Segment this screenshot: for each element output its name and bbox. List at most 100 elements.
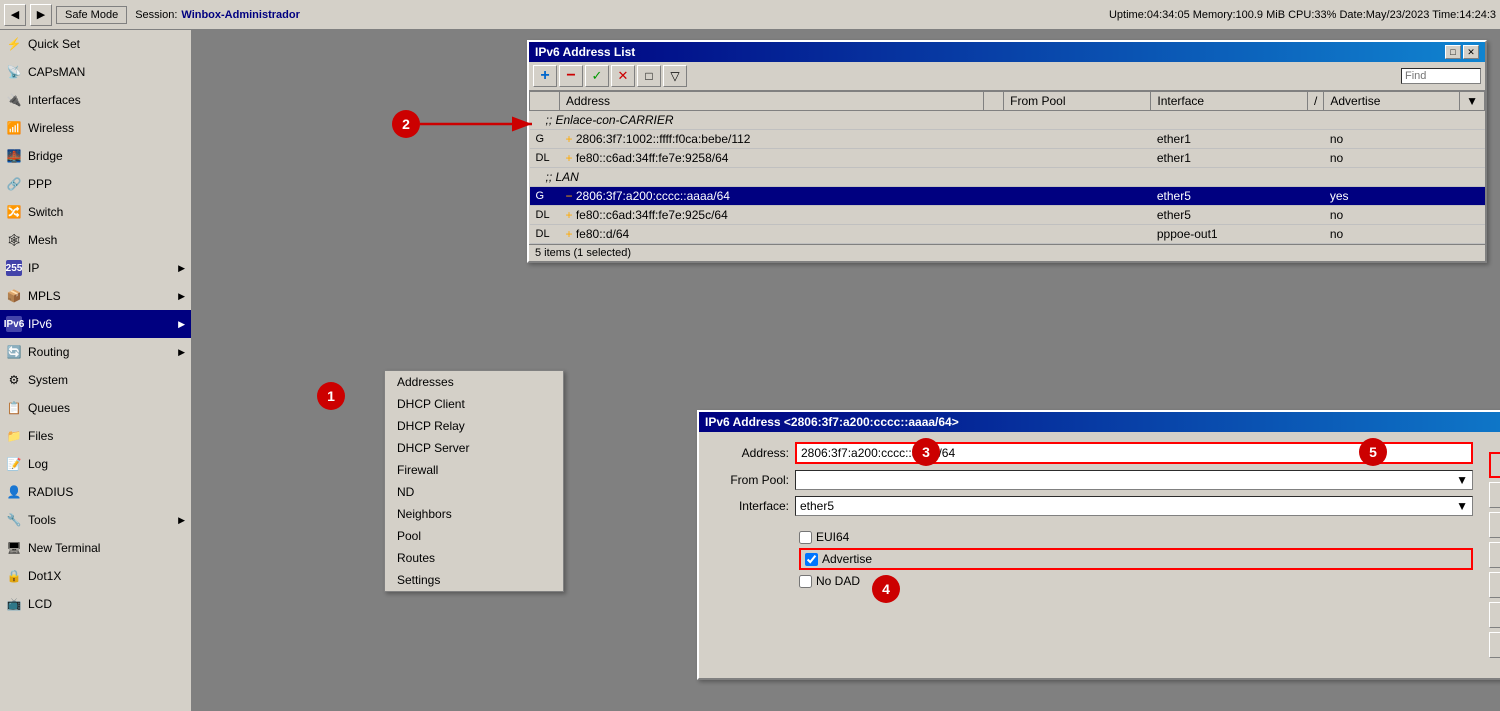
disable-button[interactable]: Disable bbox=[1489, 542, 1500, 568]
col-from-pool[interactable]: From Pool bbox=[1004, 92, 1151, 111]
sidebar-item-bridge[interactable]: 🌉 Bridge bbox=[0, 142, 191, 170]
menu-item-routes[interactable]: Routes bbox=[385, 547, 563, 569]
col-advertise[interactable]: Advertise bbox=[1324, 92, 1460, 111]
row-advertise: yes bbox=[1324, 187, 1460, 206]
wireless-icon: 📶 bbox=[6, 120, 22, 136]
sidebar-item-tools[interactable]: 🔧 Tools bbox=[0, 506, 191, 534]
table-row[interactable]: DL + fe80::c6ad:34ff:fe7e:925c/64 ether5… bbox=[530, 206, 1485, 225]
sidebar-item-system[interactable]: ⚙ System bbox=[0, 366, 191, 394]
find-input[interactable] bbox=[1401, 68, 1481, 84]
button-panel: OK Cancel Apply Disable Comment Copy Rem… bbox=[1483, 442, 1500, 668]
cancel-button[interactable]: Cancel bbox=[1489, 482, 1500, 508]
col-flag[interactable] bbox=[530, 92, 560, 111]
sidebar-item-dot1x[interactable]: 🔒 Dot1X bbox=[0, 562, 191, 590]
advertise-checkbox[interactable] bbox=[805, 553, 818, 566]
window-controls: □ ✕ bbox=[1445, 45, 1479, 59]
eui64-checkbox[interactable] bbox=[799, 531, 812, 544]
sidebar-item-routing[interactable]: 🔄 Routing bbox=[0, 338, 191, 366]
row-advertise: no bbox=[1324, 149, 1460, 168]
no-dad-label: No DAD bbox=[816, 574, 860, 588]
x-button[interactable]: ✕ bbox=[611, 65, 635, 87]
no-dad-checkbox[interactable] bbox=[799, 575, 812, 588]
forward-button[interactable]: ▶ bbox=[30, 4, 52, 26]
sidebar-item-new-terminal[interactable]: 🖥 New Terminal bbox=[0, 534, 191, 562]
sidebar-item-queues[interactable]: 📋 Queues bbox=[0, 394, 191, 422]
row-interface: ether1 bbox=[1151, 149, 1308, 168]
sidebar-item-ppp[interactable]: 🔗 PPP bbox=[0, 170, 191, 198]
table-row[interactable]: DL + fe80::c6ad:34ff:fe7e:9258/64 ether1… bbox=[530, 149, 1485, 168]
menu-item-neighbors[interactable]: Neighbors bbox=[385, 503, 563, 525]
sidebar-item-capsman[interactable]: 📡 CAPsMAN bbox=[0, 58, 191, 86]
mesh-icon: 🕸 bbox=[6, 232, 22, 248]
close-button[interactable]: ✕ bbox=[1463, 45, 1479, 59]
filter-button[interactable]: ▽ bbox=[663, 65, 687, 87]
section-header-carrier: ;; Enlace-con-CARRIER bbox=[530, 111, 1485, 130]
ipv6-icon: IPv6 bbox=[6, 316, 22, 332]
row-from-pool bbox=[1004, 149, 1151, 168]
table-row[interactable]: G + 2806:3f7:1002::ffff:f0ca:bebe/112 et… bbox=[530, 130, 1485, 149]
sidebar-item-switch[interactable]: 🔀 Switch bbox=[0, 198, 191, 226]
apply-button[interactable]: Apply bbox=[1489, 512, 1500, 538]
log-icon: 📝 bbox=[6, 456, 22, 472]
interface-select[interactable]: ether5 ▼ bbox=[795, 496, 1473, 516]
menu-item-addresses[interactable]: Addresses bbox=[385, 371, 563, 393]
safe-mode-button[interactable]: Safe Mode bbox=[56, 6, 127, 24]
back-button[interactable]: ◀ bbox=[4, 4, 26, 26]
col-interface[interactable]: Interface bbox=[1151, 92, 1308, 111]
col-address[interactable]: Address bbox=[560, 92, 984, 111]
sidebar-label-mesh: Mesh bbox=[28, 233, 57, 247]
menu-item-nd[interactable]: ND bbox=[385, 481, 563, 503]
row-address: + fe80::c6ad:34ff:fe7e:925c/64 bbox=[560, 206, 984, 225]
tools-icon: 🔧 bbox=[6, 512, 22, 528]
row-flag: DL bbox=[530, 206, 560, 225]
routing-icon: 🔄 bbox=[6, 344, 22, 360]
copy-icon-button[interactable]: □ bbox=[637, 65, 661, 87]
menu-item-settings[interactable]: Settings bbox=[385, 569, 563, 591]
interface-arrow: ▼ bbox=[1456, 499, 1468, 513]
top-bar: ◀ ▶ Safe Mode Session: Winbox-Administra… bbox=[0, 0, 1500, 30]
check-button[interactable]: ✓ bbox=[585, 65, 609, 87]
sidebar-item-wireless[interactable]: 📶 Wireless bbox=[0, 114, 191, 142]
new-terminal-icon: 🖥 bbox=[6, 540, 22, 556]
comment-button[interactable]: Comment bbox=[1489, 572, 1500, 598]
sidebar-item-files[interactable]: 📁 Files bbox=[0, 422, 191, 450]
menu-item-dhcp-client[interactable]: DHCP Client bbox=[385, 393, 563, 415]
queues-icon: 📋 bbox=[6, 400, 22, 416]
minimize-button[interactable]: □ bbox=[1445, 45, 1461, 59]
sidebar-label-ip: IP bbox=[28, 261, 39, 275]
interface-row: Interface: ether5 ▼ bbox=[709, 496, 1473, 516]
table-row[interactable]: DL + fe80::d/64 pppoe-out1 no bbox=[530, 225, 1485, 244]
sidebar-item-mpls[interactable]: 📦 MPLS bbox=[0, 282, 191, 310]
menu-item-dhcp-relay[interactable]: DHCP Relay bbox=[385, 415, 563, 437]
sidebar-item-ipv6[interactable]: IPv6 IPv6 bbox=[0, 310, 191, 338]
sidebar-item-interfaces[interactable]: 🔌 Interfaces bbox=[0, 86, 191, 114]
menu-item-firewall[interactable]: Firewall bbox=[385, 459, 563, 481]
add-button[interactable]: + bbox=[533, 65, 557, 87]
remove-button[interactable]: − bbox=[559, 65, 583, 87]
menu-item-pool[interactable]: Pool bbox=[385, 525, 563, 547]
from-pool-row: From Pool: ▼ bbox=[709, 470, 1473, 490]
ppp-icon: 🔗 bbox=[6, 176, 22, 192]
ok-button[interactable]: OK bbox=[1489, 452, 1500, 478]
sidebar-item-quick-set[interactable]: ⚡ Quick Set bbox=[0, 30, 191, 58]
ipv6-edit-titlebar: IPv6 Address <2806:3f7:a200:cccc::aaaa/6… bbox=[699, 412, 1500, 432]
main-layout: ⚡ Quick Set 📡 CAPsMAN 🔌 Interfaces 📶 Wir… bbox=[0, 30, 1500, 711]
sidebar-item-lcd[interactable]: 📺 LCD bbox=[0, 590, 191, 618]
from-pool-select[interactable]: ▼ bbox=[795, 470, 1473, 490]
row-interface: ether5 bbox=[1151, 187, 1308, 206]
system-icon: ⚙ bbox=[6, 372, 22, 388]
copy-button[interactable]: Copy bbox=[1489, 602, 1500, 628]
col-sep bbox=[984, 92, 1004, 111]
row-scroll-cell bbox=[1460, 130, 1485, 149]
sidebar-label-new-terminal: New Terminal bbox=[28, 541, 100, 555]
table-row-selected[interactable]: G − 2806:3f7:a200:cccc::aaaa/64 ether5 y… bbox=[530, 187, 1485, 206]
menu-item-dhcp-server[interactable]: DHCP Server bbox=[385, 437, 563, 459]
sidebar-item-radius[interactable]: 👤 RADIUS bbox=[0, 478, 191, 506]
row-slash bbox=[1308, 130, 1324, 149]
sidebar-item-log[interactable]: 📝 Log bbox=[0, 450, 191, 478]
sidebar-item-ip[interactable]: 255 IP bbox=[0, 254, 191, 282]
sidebar-item-mesh[interactable]: 🕸 Mesh bbox=[0, 226, 191, 254]
bridge-icon: 🌉 bbox=[6, 148, 22, 164]
row-scroll-cell bbox=[1460, 149, 1485, 168]
remove-button[interactable]: Remove bbox=[1489, 632, 1500, 658]
